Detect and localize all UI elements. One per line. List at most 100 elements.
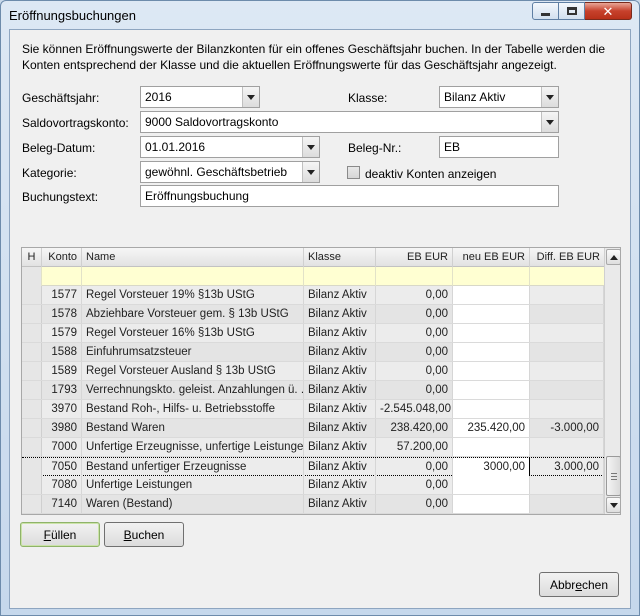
table-row[interactable]: 3980 Bestand Waren Bilanz Aktiv 238.420,00 2… (22, 419, 604, 438)
abbrechen-button[interactable]: Abbr e chen (539, 572, 619, 597)
cell-diff-eb-eur (530, 381, 604, 399)
cell-neu-eb-eur[interactable] (453, 343, 530, 361)
cell-konto: 1579 (42, 324, 82, 342)
table-row[interactable]: 1793 Verrechnungskto. geleist. Anzahlunge… (22, 381, 604, 400)
table-row[interactable]: 1577 Regel Vorsteuer 19% §13b UStG Bilanz … (22, 286, 604, 305)
klasse-select[interactable]: Bilanz Aktiv (439, 86, 559, 108)
cell-neu-eb-eur[interactable] (453, 438, 530, 456)
table-row[interactable]: 7050 Bestand unfertiger Erzeugnisse Bilanz… (22, 457, 604, 476)
column-header-eb-eur[interactable]: EB EUR (376, 248, 453, 267)
kategorie-select[interactable]: gewöhnl. Geschäftsbetrieb (140, 161, 320, 183)
cell-neu-eb-eur[interactable] (453, 324, 530, 342)
column-header-klasse[interactable]: Klasse (304, 248, 376, 267)
cell-neu-eb-eur[interactable] (453, 286, 530, 304)
scroll-up-button[interactable] (606, 249, 620, 265)
row-indicator[interactable] (22, 343, 42, 361)
filter-cell-eb-eur[interactable] (376, 267, 453, 286)
buchen-button[interactable]: Buchen (104, 522, 184, 547)
grid-filter-row[interactable] (22, 267, 604, 286)
saldovortragskonto-value: 9000 Saldovortragskonto (145, 115, 279, 129)
column-header-diff-eb-eur[interactable]: Diff. EB EUR (530, 248, 604, 267)
table-row[interactable]: 7080 Unfertige Leistungen Bilanz Aktiv 0,00 (22, 476, 604, 495)
cell-neu-eb-eur[interactable]: 3000,00 (453, 458, 530, 476)
indicator-column-header[interactable]: H (22, 248, 42, 267)
fuellen-button[interactable]: Füllen (20, 522, 100, 547)
table-row[interactable]: 1589 Regel Vorsteuer Ausland § 13b UStG Bi… (22, 362, 604, 381)
chevron-down-icon (247, 94, 255, 100)
cell-diff-eb-eur (530, 362, 604, 380)
cell-diff-eb-eur (530, 476, 604, 494)
cell-neu-eb-eur[interactable] (453, 495, 530, 513)
filter-cell-neu-eb-eur[interactable] (453, 267, 530, 286)
title-bar[interactable]: Eröffnungsbuchungen ✕ (1, 1, 639, 29)
kategorie-dropdown-button[interactable] (302, 162, 319, 182)
cell-neu-eb-eur[interactable] (453, 381, 530, 399)
filter-cell-name[interactable] (82, 267, 304, 286)
belegdatum-dropdown-button[interactable] (302, 137, 319, 157)
deaktiv-konten-label[interactable]: deaktiv Konten anzeigen (365, 167, 496, 181)
row-indicator[interactable] (22, 400, 42, 418)
cell-neu-eb-eur[interactable] (453, 305, 530, 323)
cell-klasse: Bilanz Aktiv (304, 419, 376, 437)
scroll-thumb[interactable] (606, 456, 620, 496)
filter-cell-klasse[interactable] (304, 267, 376, 286)
minimize-button[interactable] (532, 2, 559, 20)
klasse-dropdown-button[interactable] (541, 87, 558, 107)
table-row[interactable]: 3970 Bestand Roh-, Hilfs- u. Betriebsstof… (22, 400, 604, 419)
row-indicator[interactable] (22, 495, 42, 513)
belegnr-value: EB (444, 140, 461, 154)
maximize-icon (566, 7, 577, 15)
filter-cell-konto[interactable] (42, 267, 82, 286)
buchungstext-input[interactable]: Eröffnungsbuchung (140, 185, 559, 207)
row-indicator[interactable] (22, 381, 42, 399)
cell-eb-eur: 0,00 (376, 343, 453, 361)
belegdatum-picker[interactable]: 01.01.2016 (140, 136, 320, 158)
cell-eb-eur: 0,00 (376, 381, 453, 399)
saldovortragskonto-dropdown-button[interactable] (541, 112, 558, 132)
cell-neu-eb-eur[interactable] (453, 362, 530, 380)
maximize-button[interactable] (559, 2, 585, 20)
cell-eb-eur: 0,00 (376, 476, 453, 494)
cell-name: Regel Vorsteuer Ausland § 13b UStG (82, 362, 304, 380)
table-row[interactable]: 7000 Unfertige Erzeugnisse, unfertige Lei… (22, 438, 604, 457)
cell-neu-eb-eur[interactable] (453, 476, 530, 494)
kategorie-label: Kategorie: (22, 166, 77, 180)
row-indicator[interactable] (22, 324, 42, 342)
row-indicator[interactable] (22, 305, 42, 323)
column-header-neu-eb-eur[interactable]: neu EB EUR (453, 248, 530, 267)
table-row[interactable]: 1578 Abziehbare Vorsteuer gem. § 13b UStG… (22, 305, 604, 324)
row-indicator[interactable] (22, 419, 42, 437)
cell-konto: 1577 (42, 286, 82, 304)
table-row[interactable]: 7140 Waren (Bestand) Bilanz Aktiv 0,00 (22, 495, 604, 514)
cell-diff-eb-eur (530, 286, 604, 304)
chevron-down-icon (307, 169, 315, 175)
cell-neu-eb-eur[interactable] (453, 400, 530, 418)
close-button[interactable]: ✕ (585, 2, 632, 20)
cell-eb-eur: 57.200,00 (376, 438, 453, 456)
column-header-konto[interactable]: Konto (42, 248, 82, 267)
geschaeftsjahr-select[interactable]: 2016 (140, 86, 260, 108)
row-indicator[interactable] (22, 362, 42, 380)
column-header-name[interactable]: Name (82, 248, 304, 267)
grip-icon (611, 473, 617, 474)
row-indicator[interactable] (22, 438, 42, 456)
belegnr-input[interactable]: EB (439, 136, 559, 158)
accounts-grid[interactable]: H Konto Name Klasse EB EUR neu EB EUR Di… (21, 247, 621, 515)
cell-konto: 1578 (42, 305, 82, 323)
row-indicator[interactable] (22, 286, 42, 304)
table-row[interactable]: 1579 Regel Vorsteuer 16% §13b UStG Bilanz … (22, 324, 604, 343)
cell-diff-eb-eur (530, 495, 604, 513)
table-row[interactable]: 1588 Einfuhrumsatzsteuer Bilanz Aktiv 0,00 (22, 343, 604, 362)
cell-konto: 3970 (42, 400, 82, 418)
saldovortragskonto-select[interactable]: 9000 Saldovortragskonto (140, 111, 559, 133)
cell-eb-eur: 0,00 (376, 286, 453, 304)
filter-cell-diff-eb-eur[interactable] (530, 267, 604, 286)
cell-klasse: Bilanz Aktiv (304, 495, 376, 513)
deaktiv-konten-checkbox[interactable] (347, 166, 360, 179)
grid-vertical-scrollbar[interactable] (604, 248, 620, 514)
geschaeftsjahr-dropdown-button[interactable] (242, 87, 259, 107)
row-indicator[interactable] (22, 476, 42, 494)
row-indicator[interactable] (22, 458, 42, 476)
cell-neu-eb-eur[interactable]: 235.420,00 (453, 419, 530, 437)
scroll-down-button[interactable] (606, 497, 620, 513)
